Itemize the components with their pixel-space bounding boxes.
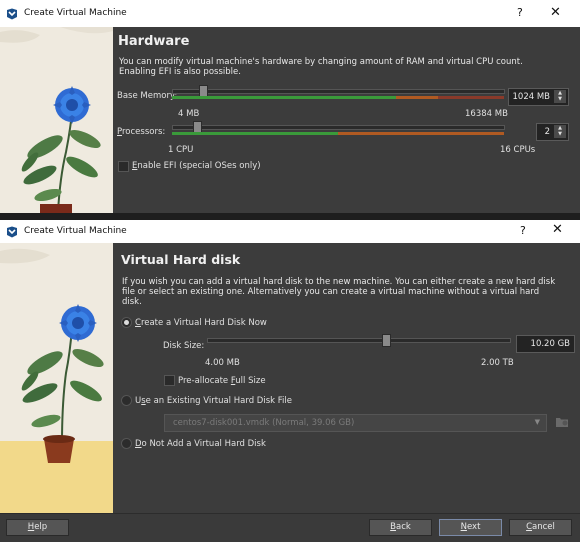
base-memory-label: Base Memory:: [117, 91, 178, 101]
memory-max-label: 16384 MB: [465, 109, 508, 119]
cancel-button[interactable]: Cancel: [509, 519, 572, 536]
description-line-1: If you wish you can add a virtual hard d…: [122, 277, 556, 287]
virtualbox-icon: [7, 8, 17, 20]
flower-illustration: [0, 27, 113, 213]
help-button[interactable]: ?: [517, 6, 523, 19]
wizard-illustration: [0, 243, 113, 513]
hardware-dialog: Create Virtual Machine ? ✕ Hardware You: [0, 0, 580, 213]
virtual-hard-disk-dialog: Create Virtual Machine ? ✕ Virtual Hard …: [0, 220, 580, 542]
disk-size-slider-groove[interactable]: [207, 338, 511, 343]
disk-size-min-label: 4.00 MB: [205, 358, 240, 368]
processors-spinbox[interactable]: 2 ▲ ▼: [536, 123, 569, 141]
disk-size-value: 10.20 GB: [530, 339, 570, 349]
title-bar: Create Virtual Machine ? ✕: [0, 220, 580, 243]
description-line-2: file or select an existing one. Alternat…: [122, 287, 540, 297]
description-line-3: disk.: [122, 297, 142, 307]
cpu-safe-zone: [172, 132, 338, 135]
existing-disk-value: centos7-disk001.vmdk (Normal, 39.06 GB): [173, 418, 355, 428]
spin-arrows-icon[interactable]: ▲ ▼: [554, 125, 566, 138]
use-existing-disk-label: Use an Existing Virtual Hard Disk File: [135, 396, 292, 406]
close-button[interactable]: ✕: [552, 222, 563, 237]
create-new-disk-label: Create a Virtual Hard Disk Now: [135, 318, 267, 328]
disk-size-label: Disk Size:: [163, 341, 205, 351]
base-memory-spinbox[interactable]: 1024 MB ▲ ▼: [508, 88, 569, 106]
description-line-1: You can modify virtual machine's hardwar…: [119, 57, 523, 67]
disk-size-input[interactable]: 10.20 GB: [516, 335, 575, 353]
existing-disk-combobox[interactable]: centos7-disk001.vmdk (Normal, 39.06 GB) …: [164, 414, 547, 432]
virtualbox-icon: [7, 226, 17, 238]
title-bar: Create Virtual Machine ? ✕: [0, 0, 580, 27]
cpu-min-label: 1 CPU: [168, 145, 194, 155]
folder-icon: [556, 418, 568, 427]
window-title: Create Virtual Machine: [24, 226, 127, 236]
chevron-down-icon: ▼: [534, 418, 540, 426]
close-button[interactable]: ✕: [550, 5, 561, 20]
flower-illustration: [0, 243, 113, 513]
choose-disk-file-button[interactable]: [555, 415, 569, 429]
window-title: Create Virtual Machine: [24, 8, 127, 18]
base-memory-slider-groove[interactable]: [172, 89, 505, 94]
page-title: Virtual Hard disk: [121, 252, 241, 267]
wizard-illustration: [0, 27, 113, 213]
next-button[interactable]: Next: [439, 519, 502, 536]
button-bar: Help Back Next Cancel: [0, 513, 580, 542]
cpu-max-label: 16 CPUs: [500, 145, 536, 155]
processors-value: 2: [544, 127, 550, 137]
help-button[interactable]: Help: [6, 519, 69, 536]
no-disk-radio[interactable]: [121, 438, 132, 449]
memory-safe-zone: [172, 96, 396, 99]
enable-efi-label: Enable EFI (special OSes only): [132, 161, 261, 171]
memory-min-label: 4 MB: [178, 109, 200, 119]
no-disk-label: Do Not Add a Virtual Hard Disk: [135, 439, 266, 449]
processors-slider-groove[interactable]: [172, 125, 505, 130]
preallocate-label: Pre-allocate Full Size: [178, 376, 266, 386]
base-memory-value: 1024 MB: [512, 92, 551, 102]
memory-danger-zone: [438, 96, 504, 99]
disk-size-max-label: 2.00 TB: [481, 358, 514, 368]
cpu-caution-zone: [338, 132, 504, 135]
disk-size-slider-handle[interactable]: [382, 334, 391, 347]
processors-label: Processors:: [117, 127, 166, 137]
help-button[interactable]: ?: [520, 224, 526, 237]
description-line-2: Enabling EFI is also possible.: [119, 67, 241, 77]
back-button[interactable]: Back: [369, 519, 432, 536]
create-new-disk-radio[interactable]: [121, 317, 132, 328]
spin-arrows-icon[interactable]: ▲ ▼: [554, 90, 566, 103]
memory-caution-zone: [396, 96, 438, 99]
enable-efi-checkbox[interactable]: [118, 161, 129, 172]
page-title: Hardware: [118, 34, 190, 49]
preallocate-checkbox[interactable]: [164, 375, 175, 386]
use-existing-disk-radio[interactable]: [121, 395, 132, 406]
